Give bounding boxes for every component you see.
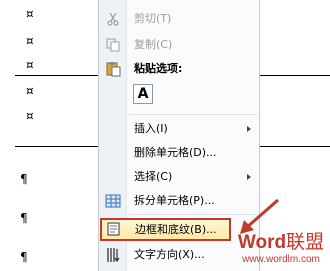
menu-item-label: 拆分单元格(P)... — [134, 194, 215, 207]
menu-item-borders-shading[interactable]: 边框和底纹(B)... — [100, 218, 231, 241]
paragraph-mark: ¶ — [20, 211, 28, 225]
menu-item-cut[interactable]: 剪切(T) — [99, 8, 259, 30]
watermark-brand-cn: 联盟 — [286, 232, 325, 253]
menu-item-copy[interactable]: 复制(C) — [99, 34, 259, 56]
table-border-line — [260, 146, 330, 147]
menu-item-label: 选择(C) — [134, 170, 173, 183]
menu-item-select[interactable]: 选择(C) — [99, 166, 259, 188]
cell-end-mark: ¤ — [26, 34, 34, 48]
watermark-brand: Word联盟 — [232, 232, 330, 254]
paste-icon — [105, 61, 121, 77]
table-border-line — [260, 75, 330, 76]
table-border-line — [15, 146, 100, 147]
table-border-line — [15, 75, 100, 76]
paragraph-mark: ¶ — [20, 250, 28, 264]
cell-end-mark: ¤ — [26, 84, 34, 98]
copy-icon — [105, 37, 121, 53]
menu-section-label: 粘贴选项: — [134, 62, 183, 75]
cell-end-mark: ¤ — [26, 58, 34, 72]
cell-end-mark: ¤ — [26, 7, 34, 21]
menu-item-label: 文字方向(X)... — [134, 248, 205, 261]
menu-item-delete-cells[interactable]: 删除单元格(D)... — [99, 142, 259, 164]
cell-end-mark: ¤ — [26, 109, 34, 123]
watermark: Word联盟 www.wordlm.com — [232, 232, 330, 271]
scissors-icon — [105, 11, 121, 27]
watermark-url: www.wordlm.com — [242, 254, 320, 265]
menu-item-label: 边框和底纹(B)... — [135, 223, 217, 236]
menu-item-split-cells[interactable]: 拆分单元格(P)... — [99, 190, 259, 212]
watermark-brand-word: Word — [237, 232, 287, 253]
borders-icon — [106, 221, 122, 237]
text-direction-icon — [105, 247, 121, 263]
menu-separator — [129, 114, 257, 115]
menu-item-insert[interactable]: 插入(I) — [99, 118, 259, 140]
submenu-arrow-icon — [247, 174, 251, 180]
split-cells-icon — [105, 193, 121, 209]
paste-options-header: 粘贴选项: — [99, 58, 259, 80]
paste-keep-text-only-button[interactable]: A — [133, 84, 153, 104]
menu-item-label: 剪切(T) — [134, 12, 172, 25]
menu-item-label: 复制(C) — [134, 38, 173, 51]
submenu-arrow-icon — [247, 126, 251, 132]
paragraph-mark: ¶ — [20, 172, 28, 186]
menu-item-label: 删除单元格(D)... — [134, 146, 217, 159]
menu-item-label: 插入(I) — [134, 122, 168, 135]
